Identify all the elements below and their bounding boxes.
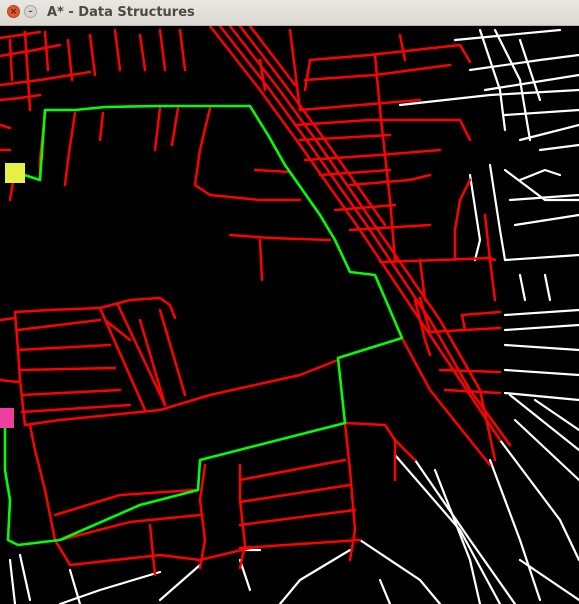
app-window: × – A* - Data Structures — [0, 0, 579, 604]
window-title: A* - Data Structures — [47, 5, 195, 20]
title-bar[interactable]: × – A* - Data Structures — [0, 0, 579, 26]
minimize-button[interactable]: – — [24, 5, 37, 18]
map-canvas[interactable] — [0, 26, 579, 604]
close-button[interactable]: × — [7, 5, 20, 18]
goal-marker[interactable] — [0, 408, 14, 428]
road-map — [0, 26, 579, 604]
start-marker[interactable] — [5, 163, 25, 183]
